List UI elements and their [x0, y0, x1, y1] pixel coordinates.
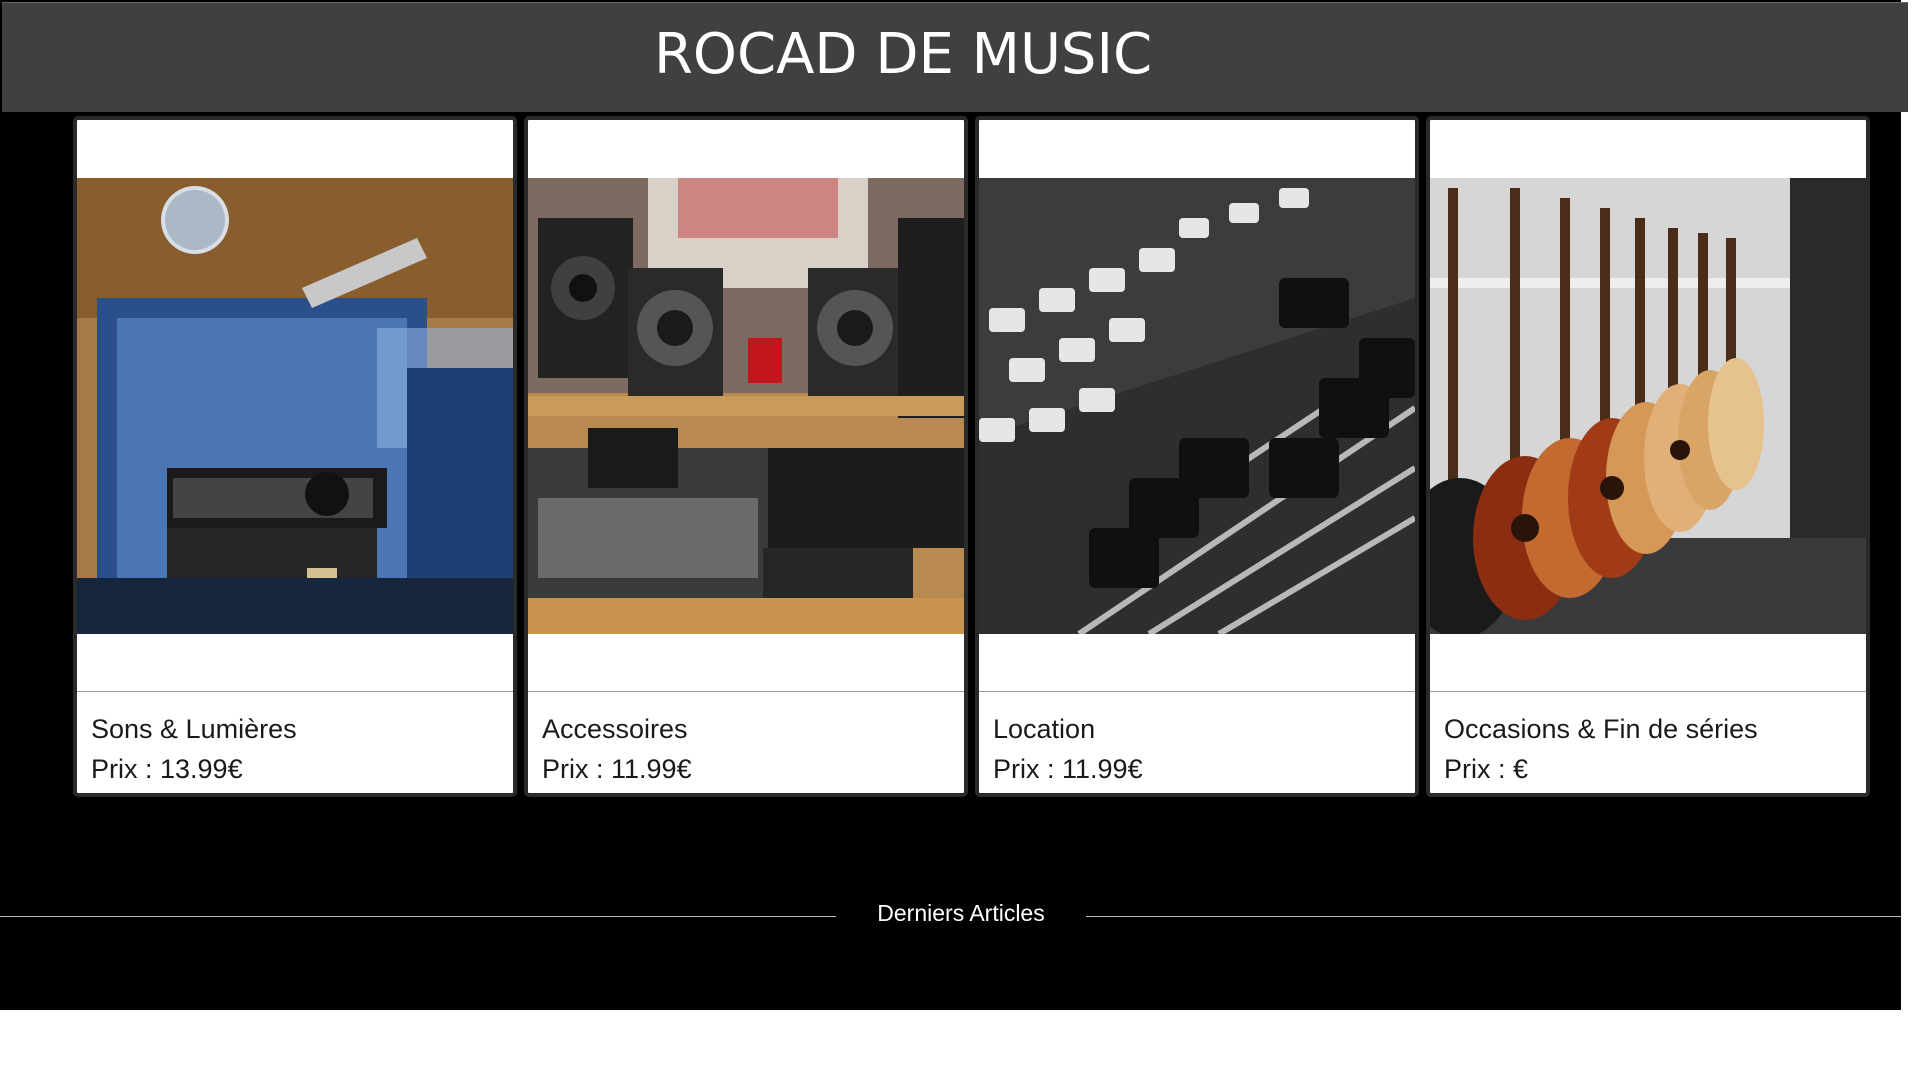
section-divider-left	[0, 916, 836, 917]
product-card-occasions[interactable]: Occasions & Fin de séries Prix : €	[1426, 116, 1870, 797]
product-price: Prix : €	[1444, 754, 1529, 784]
site-header: ROCAD DE MUSIC	[2, 2, 1908, 112]
studio-monitors-image[interactable]	[528, 178, 964, 634]
guitars-image[interactable]	[1430, 178, 1866, 634]
product-card-sons-lumieres[interactable]: Sons & Lumières Prix : 13.99€	[73, 116, 517, 797]
product-name[interactable]: Accessoires	[542, 716, 688, 743]
card-divider	[77, 691, 513, 692]
product-card-location[interactable]: Location Prix : 11.99€	[975, 116, 1419, 797]
product-price: Prix : 13.99€	[91, 754, 243, 784]
section-divider-right	[1086, 916, 1901, 917]
dj-equipment-image[interactable]	[77, 178, 513, 634]
card-divider	[979, 691, 1415, 692]
studio-monitors-picture	[528, 178, 964, 634]
card-divider	[1430, 691, 1866, 692]
section-title: Derniers Articles	[877, 900, 1045, 926]
guitars-picture	[1430, 178, 1866, 634]
product-name[interactable]: Sons & Lumières	[91, 716, 297, 743]
product-card-accessoires[interactable]: Accessoires Prix : 11.99€	[524, 116, 968, 797]
product-price: Prix : 11.99€	[542, 754, 692, 784]
page: ROCAD DE MUSIC Sons & Lumières Prix: 13…	[0, 0, 1920, 1080]
product-price: Prix : 11.99€	[993, 754, 1143, 784]
product-name[interactable]: Occasions & Fin de séries	[1444, 716, 1758, 743]
mixing-console-picture	[979, 178, 1415, 634]
site-title: ROCAD DE MUSIC	[654, 22, 1153, 87]
mixing-console-image[interactable]	[979, 178, 1415, 634]
card-divider	[528, 691, 964, 692]
dj-equipment-picture	[77, 178, 513, 634]
product-name[interactable]: Location	[993, 716, 1095, 743]
